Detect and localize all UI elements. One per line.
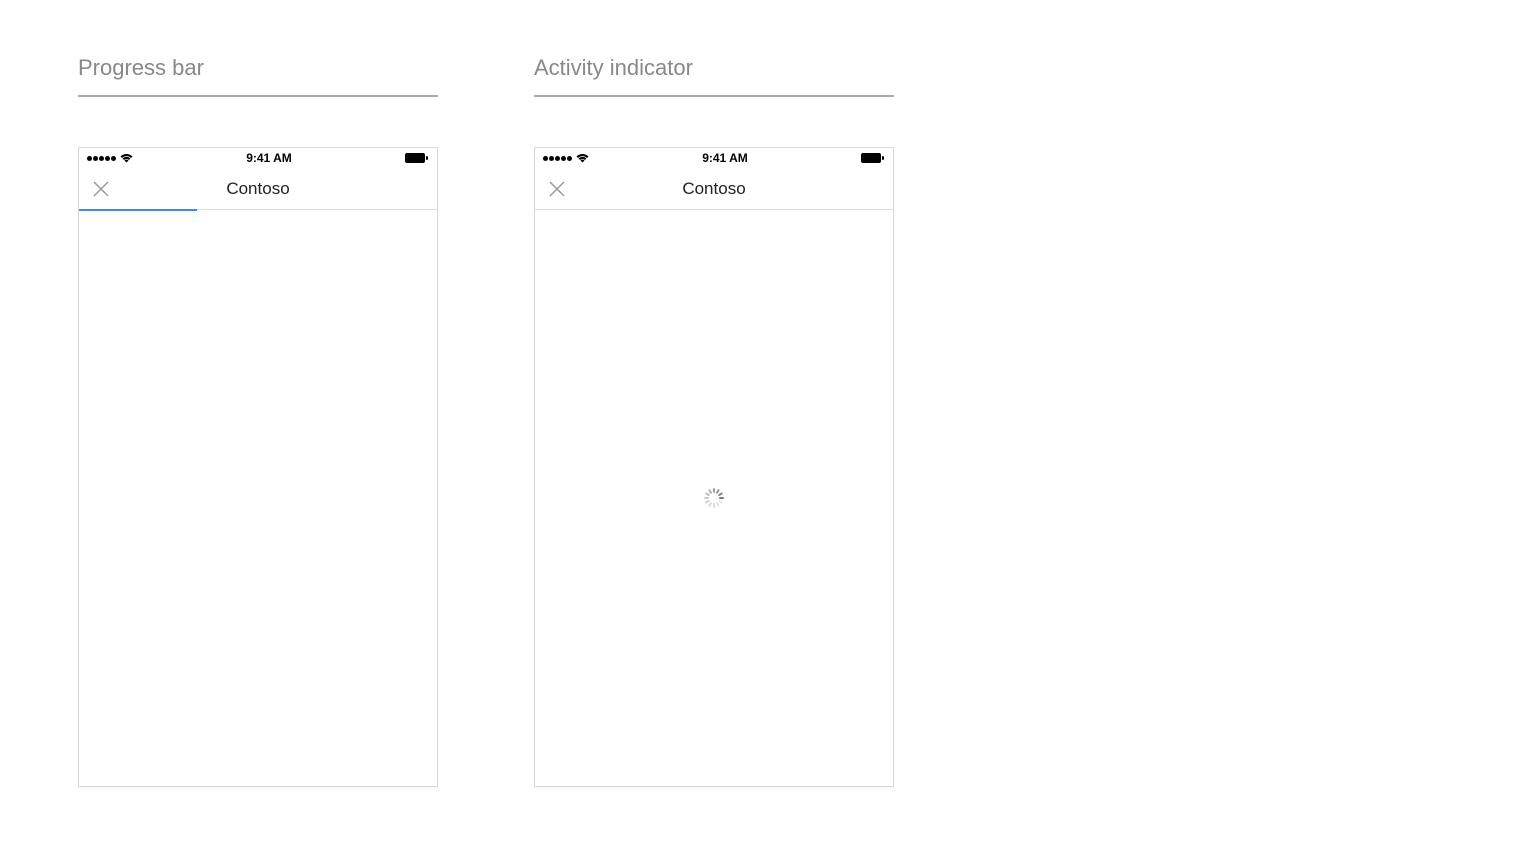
nav-bar: Contoso [79,168,437,210]
close-icon [93,181,109,197]
status-time: 9:41 AM [702,151,748,165]
close-icon [549,181,565,197]
signal-strength-icon [543,156,572,161]
signal-strength-icon [87,156,116,161]
status-left [87,153,133,163]
battery-icon [861,153,885,163]
example-title-progress: Progress bar [78,55,438,97]
progress-bar-example: Progress bar [78,55,438,787]
status-left [543,153,589,163]
activity-indicator-example: Activity indicator [534,55,894,787]
battery-icon [405,153,429,163]
phone-frame-activity: 9:41 AM Contoso [534,147,894,787]
wifi-icon [120,153,133,163]
phone-frame-progress: 9:41 AM Contoso [78,147,438,787]
close-button[interactable] [89,177,113,201]
example-title-activity: Activity indicator [534,55,894,97]
progress-bar [79,209,437,211]
status-bar: 9:41 AM [535,148,893,168]
status-time: 9:41 AM [246,151,292,165]
progress-bar-fill [79,209,197,211]
wifi-icon [576,153,589,163]
nav-bar: Contoso [535,168,893,210]
status-bar: 9:41 AM [79,148,437,168]
content-area [79,211,437,786]
content-area [535,210,893,786]
activity-indicator-icon [704,488,724,508]
nav-title: Contoso [535,179,893,199]
close-button[interactable] [545,177,569,201]
nav-title: Contoso [79,179,437,199]
